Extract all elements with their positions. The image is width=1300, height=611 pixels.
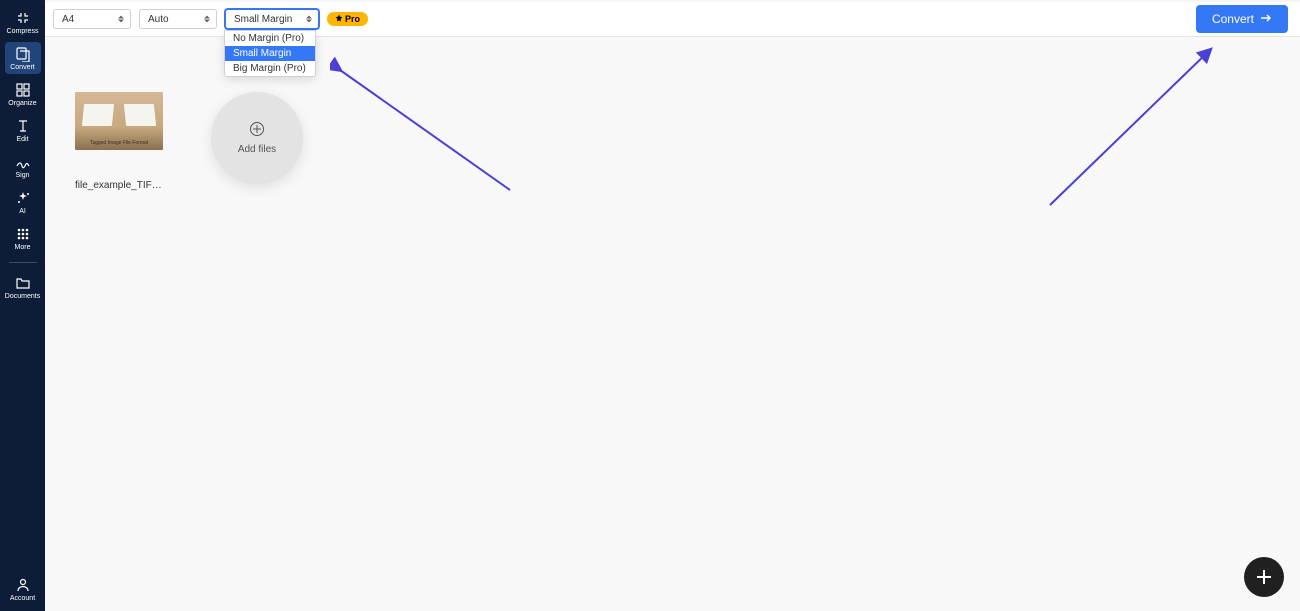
- arrow-right-icon: [1260, 12, 1272, 26]
- page-size-value: A4: [62, 14, 74, 25]
- sidebar-label: AI: [19, 208, 26, 215]
- organize-icon: [14, 81, 32, 99]
- sidebar-label: Compress: [7, 28, 39, 35]
- sidebar-label: Organize: [8, 100, 36, 107]
- sidebar-label: Account: [10, 595, 35, 602]
- sidebar-label: Convert: [10, 64, 35, 71]
- convert-icon: [14, 45, 32, 63]
- sidebar-item-more[interactable]: More: [5, 222, 41, 254]
- add-files-button[interactable]: Add files: [211, 92, 303, 184]
- sidebar-item-ai[interactable]: AI: [5, 186, 41, 218]
- orientation-value: Auto: [148, 14, 169, 25]
- sidebar-divider: [9, 262, 37, 263]
- sign-icon: [14, 153, 32, 171]
- star-icon: [335, 14, 343, 24]
- sidebar-item-organize[interactable]: Organize: [5, 78, 41, 110]
- file-tile[interactable]: Tagged Image File Format file_example_TI…: [75, 92, 163, 191]
- select-arrows-icon: [202, 16, 212, 23]
- sidebar-item-compress[interactable]: Compress: [5, 6, 41, 38]
- sidebar-label: Edit: [16, 136, 28, 143]
- sidebar-label: Sign: [15, 172, 29, 179]
- file-name: file_example_TIFF_1…: [75, 180, 163, 191]
- sidebar-item-sign[interactable]: Sign: [5, 150, 41, 182]
- main-area: Tagged Image File Format file_example_TI…: [45, 37, 1300, 611]
- convert-button-label: Convert: [1212, 12, 1254, 26]
- sidebar-label: More: [15, 244, 31, 251]
- sidebar: Compress Convert Organize Edit: [0, 0, 45, 611]
- ai-sparkle-icon: [14, 189, 32, 207]
- margin-option-no-margin[interactable]: No Margin (Pro): [225, 31, 315, 46]
- select-arrows-icon: [116, 16, 126, 23]
- sidebar-label: Documents: [5, 293, 40, 300]
- sidebar-item-edit[interactable]: Edit: [5, 114, 41, 146]
- add-files-label: Add files: [238, 144, 276, 155]
- compress-icon: [14, 9, 32, 27]
- fab-add-button[interactable]: [1244, 557, 1284, 597]
- margin-option-big-margin[interactable]: Big Margin (Pro): [225, 61, 315, 76]
- margin-dropdown: No Margin (Pro) Small Margin Big Margin …: [224, 30, 316, 77]
- page-size-select[interactable]: A4: [53, 9, 131, 29]
- edit-icon: [14, 117, 32, 135]
- pro-badge-label: Pro: [345, 14, 360, 24]
- sidebar-item-convert[interactable]: Convert: [5, 42, 41, 74]
- convert-button[interactable]: Convert: [1196, 5, 1288, 33]
- margin-option-small-margin[interactable]: Small Margin: [225, 46, 315, 61]
- folder-icon: [14, 274, 32, 292]
- orientation-select[interactable]: Auto: [139, 9, 217, 29]
- file-thumbnail: Tagged Image File Format: [75, 92, 163, 150]
- margin-select[interactable]: Small Margin: [225, 9, 319, 29]
- person-icon: [14, 576, 32, 594]
- thumb-caption: Tagged Image File Format: [75, 140, 163, 146]
- pro-badge: Pro: [327, 12, 368, 26]
- plus-circle-icon: [250, 122, 264, 136]
- select-arrows-icon: [304, 16, 314, 23]
- sidebar-item-documents[interactable]: Documents: [5, 271, 41, 303]
- sidebar-item-account[interactable]: Account: [5, 573, 41, 605]
- grid-icon: [14, 225, 32, 243]
- margin-value: Small Margin: [234, 14, 292, 25]
